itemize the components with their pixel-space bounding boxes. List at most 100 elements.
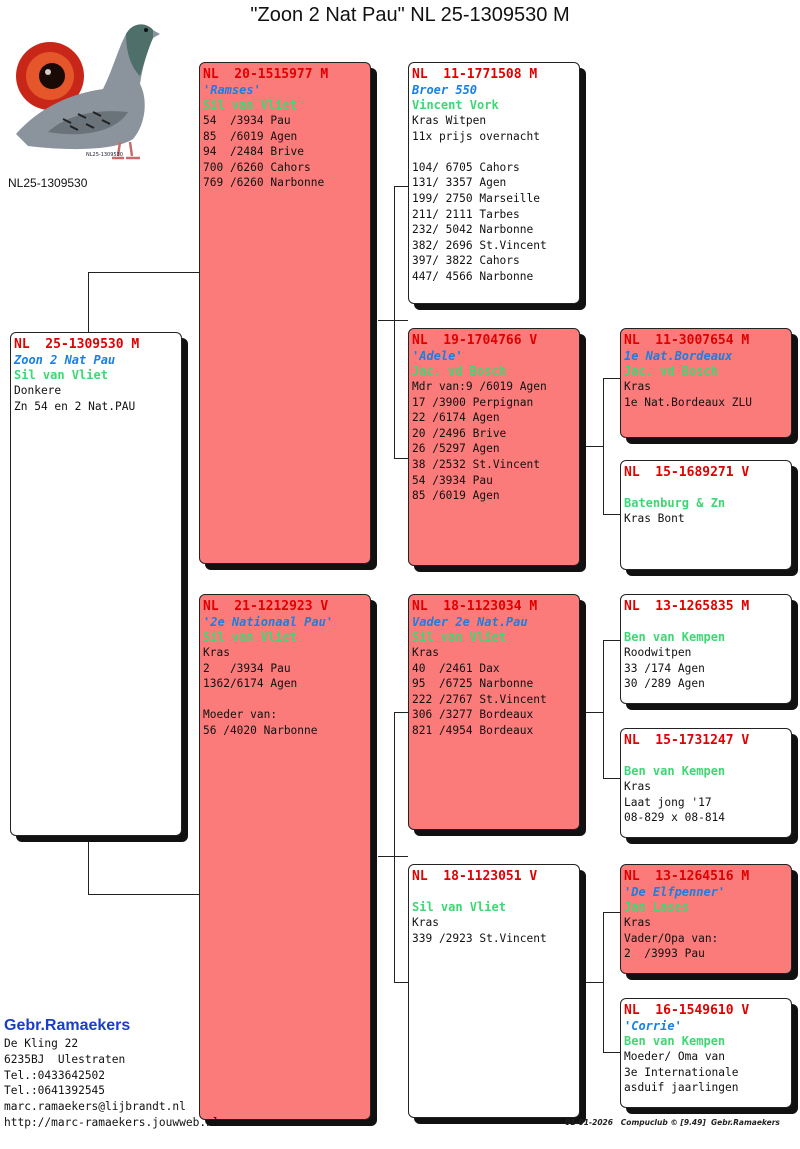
result-line: 382/ 2696 St.Vincent [412, 238, 547, 252]
result-line: 211/ 2111 Tarbes [412, 207, 520, 221]
result-line: 26 /5297 Agen [412, 442, 500, 456]
connector-line [394, 982, 408, 983]
connector-line [603, 1052, 621, 1053]
info-line [412, 144, 576, 160]
pigeon-name [624, 615, 788, 630]
pigeon-name: Zoon 2 Nat Pau [14, 353, 116, 367]
connector-line [88, 272, 89, 332]
info-line: Kras [203, 646, 230, 659]
info-line: Kras [624, 780, 651, 793]
info-line: Kras [412, 916, 439, 929]
address-line: 6235BJ Ulestraten [4, 1052, 126, 1066]
connector-line [603, 912, 604, 1052]
result-line: 54 /3934 Pau [412, 473, 493, 487]
pedigree-card-fm-father[interactable]: NL 11-3007654 M 1e Nat.Bordeaux Jac. vd … [620, 328, 792, 438]
pedigree-card-subject[interactable]: NL 25-1309530 M Zoon 2 Nat Pau Sil van V… [10, 332, 182, 836]
connector-line [88, 836, 89, 894]
connector-line [603, 640, 604, 778]
breeder-name: Sil van Vliet [412, 900, 506, 914]
ring-number: NL 11-3007654 M [624, 333, 750, 348]
ring-number: NL 13-1265835 M [624, 599, 750, 614]
ring-number: NL 25-1309530 M [14, 337, 140, 352]
pedigree-card-mm-father[interactable]: NL 13-1264516 M 'De Elfpenner' Jan Lases… [620, 864, 792, 974]
pigeon-name: '2e Nationaal Pau' [203, 615, 334, 629]
connector-line [394, 186, 408, 187]
ring-number: NL 18-1123051 V [412, 869, 538, 884]
info-line: Moeder/ Oma van [624, 1050, 726, 1063]
connector-line [603, 514, 621, 515]
pedigree-card-mother-father[interactable]: NL 18-1123034 M Vader 2e Nat.Pau Sil van… [408, 594, 580, 830]
result-line: 222 /2767 St.Vincent [412, 692, 547, 706]
breeder-name: Jac. vd Bosch [624, 364, 718, 378]
connector-line [603, 912, 621, 913]
result-line: 17 /3900 Perpignan [412, 395, 534, 409]
pedigree-card-father-father[interactable]: NL 11-1771508 M Broer 550 Vincent Vork K… [408, 62, 580, 304]
pigeon-name: 'De Elfpenner' [624, 885, 726, 899]
pedigree-card-father[interactable]: NL 20-1515977 M 'Ramses' Sil van Vliet 5… [199, 62, 371, 564]
ring-number: NL 21-1212923 V [203, 599, 329, 614]
result-line: 54 /3934 Pau [203, 114, 291, 127]
result-line: 769 /6260 Narbonne [203, 176, 325, 190]
ring-number: NL 19-1704766 V [412, 333, 538, 348]
website-link[interactable]: http://marc-ramaekers.jouwweb.nl [4, 1115, 220, 1131]
result-line: 56 /4020 Narbonne [203, 723, 318, 737]
ring-number: NL 15-1731247 V [624, 733, 750, 748]
address-line: De Kling 22 [4, 1037, 79, 1050]
connector-line [585, 446, 603, 447]
connector-line [394, 712, 395, 982]
info-line: Donkere [14, 384, 62, 397]
pedigree-card-mm-mother[interactable]: NL 16-1549610 V 'Corrie' Ben van Kempen … [620, 998, 792, 1108]
info-line: Kras Witpen [412, 114, 487, 127]
result-line: 306 /3277 Bordeaux [412, 708, 534, 722]
result-line: 94 /2484 Brive [203, 145, 305, 159]
connector-line [603, 640, 621, 641]
result-line: 199/ 2750 Marseille [412, 191, 540, 205]
connector-line [378, 856, 408, 857]
pedigree-card-mother[interactable]: NL 21-1212923 V '2e Nationaal Pau' Sil v… [199, 594, 371, 1120]
result-line: 38 /2532 St.Vincent [412, 457, 540, 471]
email-link[interactable]: marc.ramaekers@lijbrandt.nl [4, 1099, 220, 1115]
info-line: Roodwitpen [624, 646, 692, 659]
pigeon-name: 1e Nat.Bordeaux [624, 349, 733, 363]
pedigree-card-mother-mother[interactable]: NL 18-1123051 V Sil van Vliet Kras 339 /… [408, 864, 580, 1118]
result-line: 232/ 5042 Narbonne [412, 223, 534, 237]
info-line [203, 692, 367, 708]
info-line: Moeder van: [203, 708, 278, 722]
photo-ring-text: NL25-1309530 [86, 152, 123, 158]
connector-line [394, 186, 395, 458]
pigeon-icon: NL25-1309530 [10, 24, 160, 160]
breeder-name: Batenburg & Zn [624, 496, 726, 510]
photo-caption: NL25-1309530 [8, 176, 88, 190]
connector-line [88, 894, 200, 895]
result-line: 40 /2461 Dax [412, 661, 500, 675]
pedigree-card-father-mother[interactable]: NL 19-1704766 V 'Adele' Jac. vd Bosch Md… [408, 328, 580, 566]
info-line: Kras [412, 646, 439, 659]
phone-line: Tel.:0641392545 [4, 1084, 106, 1098]
pigeon-name: 'Adele' [412, 349, 463, 363]
connector-line [394, 712, 408, 713]
info-line: 3e Internationale [624, 1065, 739, 1079]
ring-number: NL 11-1771508 M [412, 67, 538, 82]
info-line: asduif jaarlingen [624, 1081, 739, 1095]
info-line: Kras [624, 916, 651, 929]
info-line: 1e Nat.Bordeaux ZLU [624, 395, 752, 409]
result-line: 85 /6019 Agen [203, 129, 298, 143]
pedigree-card-mf-mother[interactable]: NL 15-1731247 V Ben van Kempen Kras Laat… [620, 728, 792, 838]
ring-number: NL 16-1549610 V [624, 1003, 750, 1018]
pedigree-card-mf-father[interactable]: NL 13-1265835 M Ben van Kempen Roodwitpe… [620, 594, 792, 704]
connector-line [603, 378, 621, 379]
breeder-name: Sil van Vliet [412, 630, 506, 644]
pedigree-card-fm-mother[interactable]: NL 15-1689271 V Batenburg & Zn Kras Bont [620, 460, 792, 570]
pigeon-name: 'Ramses' [203, 83, 261, 97]
result-line: 30 /289 Agen [624, 677, 705, 691]
ring-number: NL 20-1515977 M [203, 67, 329, 82]
club-name: Gebr.Ramaekers [4, 1017, 131, 1034]
result-line: 22 /6174 Agen [412, 411, 500, 425]
print-stamp: 01-01-2026 Compuclub © [9.49] Gebr.Ramae… [565, 1118, 780, 1127]
breeder-name: Vincent Vork [412, 98, 499, 112]
breeder-name: Ben van Kempen [624, 630, 726, 644]
result-line: Mdr van:9 /6019 Agen [412, 380, 547, 393]
info-line: Kras Bont [624, 512, 685, 525]
info-line: Zn 54 en 2 Nat.PAU [14, 399, 136, 413]
breeder-name: Sil van Vliet [14, 368, 108, 382]
